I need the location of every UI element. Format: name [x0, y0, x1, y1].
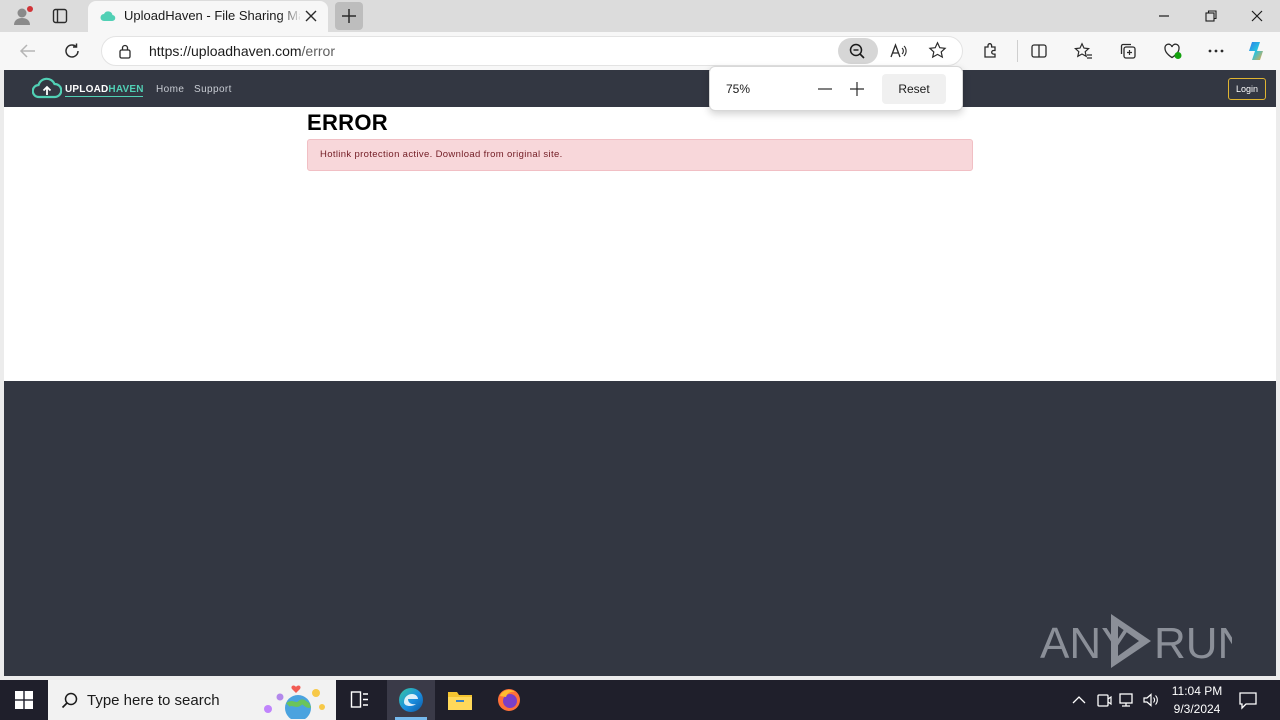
favorites-icon[interactable]	[1074, 42, 1093, 60]
toolbar-divider	[1017, 40, 1018, 62]
windows-start-icon[interactable]	[15, 691, 33, 709]
restore-icon[interactable]	[1204, 9, 1218, 23]
split-screen-icon[interactable]	[1030, 42, 1048, 60]
search-highlight-icon[interactable]	[260, 683, 332, 719]
zoom-indicator-button[interactable]	[838, 38, 878, 64]
tab-close-icon[interactable]	[304, 9, 318, 23]
system-tray-chevron-icon[interactable]	[1071, 692, 1087, 708]
network-icon[interactable]	[1118, 691, 1136, 709]
notifications-icon[interactable]	[1238, 690, 1258, 710]
url-text[interactable]: https://uploadhaven.com/error	[149, 43, 335, 59]
page-title: ERROR	[307, 110, 388, 135]
logo-upload: UPLOAD	[65, 84, 109, 95]
clock-time[interactable]: 11:04 PM	[1152, 684, 1242, 698]
uploadhaven-logo-icon[interactable]	[32, 77, 62, 99]
tab-title: UploadHaven - File Sharing Made Simple	[124, 8, 300, 23]
edge-icon	[398, 687, 424, 713]
nav-link-support[interactable]: Support	[194, 84, 232, 95]
profile-avatar-icon[interactable]	[12, 5, 34, 27]
anyrun-watermark: ANY RUN	[1040, 612, 1232, 672]
browser-essentials-icon[interactable]	[1163, 42, 1182, 60]
file-explorer-icon[interactable]	[447, 688, 473, 712]
logo-underline	[65, 96, 143, 97]
tab-title-fade	[280, 4, 302, 28]
lock-icon[interactable]	[118, 43, 132, 59]
new-tab-button[interactable]	[335, 2, 363, 30]
task-view-icon[interactable]	[350, 690, 370, 710]
error-alert-message: Hotlink protection active. Download from…	[320, 149, 563, 160]
zoom-in-icon[interactable]	[848, 80, 866, 98]
zoom-reset-button[interactable]: Reset	[882, 74, 946, 104]
login-button[interactable]: Login	[1228, 78, 1266, 100]
extensions-icon[interactable]	[982, 42, 1000, 60]
url-host: https://uploadhaven.com	[149, 43, 302, 59]
search-icon	[61, 692, 78, 709]
watermark-right-text: RUN	[1154, 619, 1232, 668]
firefox-icon[interactable]	[496, 687, 522, 713]
collections-icon[interactable]	[1119, 42, 1137, 60]
refresh-icon[interactable]	[63, 42, 81, 60]
url-path: /error	[301, 43, 335, 59]
back-icon[interactable]	[19, 42, 37, 60]
minimize-icon[interactable]	[1157, 9, 1171, 23]
watermark-play-icon	[1111, 614, 1151, 668]
favorite-star-icon[interactable]	[928, 41, 947, 60]
tab-actions-icon[interactable]	[52, 8, 68, 24]
close-window-icon[interactable]	[1250, 9, 1264, 23]
zoom-level-value: 75%	[726, 82, 751, 96]
tab-favicon-icon	[100, 9, 116, 23]
settings-more-icon[interactable]	[1207, 42, 1225, 60]
copilot-icon[interactable]	[1245, 39, 1269, 63]
clock-date[interactable]: 9/3/2024	[1152, 702, 1242, 716]
read-aloud-icon[interactable]	[889, 42, 907, 60]
site-logo-text[interactable]: UPLOADHAVEN	[65, 84, 144, 95]
search-placeholder: Type here to search	[87, 692, 220, 709]
logo-haven: HAVEN	[108, 84, 144, 95]
meet-now-icon[interactable]	[1095, 691, 1113, 709]
nav-link-home[interactable]: Home	[156, 84, 184, 95]
zoom-out-icon[interactable]	[816, 80, 834, 98]
